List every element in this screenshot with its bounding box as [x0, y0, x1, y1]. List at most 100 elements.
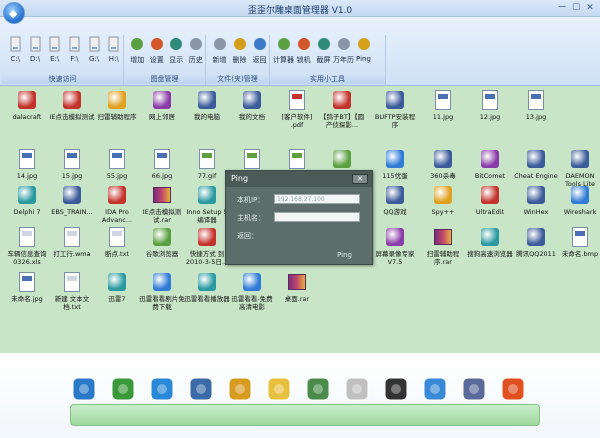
ribbon-button[interactable]: E:\ [45, 35, 64, 63]
desktop-icon[interactable]: 断点.txt [94, 226, 140, 258]
desktop-icon[interactable]: QQ游戏 [372, 184, 418, 216]
check-icon[interactable] [499, 375, 527, 403]
minimize-button[interactable]: ー [556, 2, 568, 14]
desktop-icon[interactable]: 腾讯QQ2011 [513, 226, 559, 258]
desktop-icon[interactable]: 网上邻居 [139, 89, 185, 121]
desktop-icon[interactable]: 谷歌浏览器 [139, 226, 185, 258]
close-button[interactable]: ✕ [584, 2, 596, 14]
monitor-icon[interactable] [187, 375, 215, 403]
desktop-icon[interactable]: 搜狗高速浏览器 [467, 226, 513, 258]
desktop-icon[interactable]: 迅雷7 [94, 271, 140, 303]
desktop-icon[interactable]: WinHex [513, 184, 559, 216]
mail-icon[interactable] [265, 375, 293, 403]
ribbon-button[interactable]: 返回 [250, 35, 269, 65]
ribbon-button[interactable]: 显示 [167, 35, 186, 65]
dvd-icon[interactable] [343, 375, 371, 403]
tool-icon [357, 35, 371, 53]
ribbon-button[interactable]: C:\ [6, 35, 25, 63]
ribbon-button[interactable]: 锁机 [294, 35, 313, 65]
desktop-icon[interactable]: Inno Setup 5编译器 [184, 184, 230, 224]
desktop-icon[interactable]: DAEMON Tools Lite [557, 148, 600, 188]
ribbon-button[interactable]: 删除 [230, 35, 249, 65]
desktop-icon[interactable]: UltraEdit [467, 184, 513, 216]
host-field[interactable] [274, 212, 360, 222]
file-icon [106, 226, 128, 248]
desktop-icon[interactable]: 14.jpg [4, 148, 50, 180]
ribbon-button[interactable]: 新增 [210, 35, 229, 65]
ribbon-button[interactable]: 增加 [128, 35, 147, 65]
desktop-icon[interactable]: 77.gif [184, 148, 230, 180]
desktop-icon[interactable]: 【鸽子BT】【圆产侦探影... [319, 89, 365, 129]
desktop-icon[interactable]: 快捷方式 到2010-3-5日... [184, 226, 230, 266]
desktop-icon[interactable]: IE点击模拟测试 [49, 89, 95, 121]
group-caption: 实用小工具 [270, 74, 385, 84]
desktop-icon[interactable]: 扫雷辅助程序.rar [420, 226, 466, 266]
ribbon-button[interactable]: 截屏 [314, 35, 333, 65]
ribbon-button[interactable]: D:\ [26, 35, 45, 63]
ribbon-button[interactable]: F:\ [65, 35, 84, 63]
file-icon [61, 89, 83, 111]
desktop-icon[interactable]: Wireshark [557, 184, 600, 216]
ping-title: Ping [226, 171, 372, 187]
drive-icon[interactable] [70, 375, 98, 403]
desktop-icon[interactable]: Delphi 7 [4, 184, 50, 216]
ribbon-button[interactable]: H:\ [104, 35, 123, 63]
desktop-icon[interactable]: 屏幕录像专家V7.5 [372, 226, 418, 266]
network-icon[interactable] [460, 375, 488, 403]
desktop-icon[interactable]: IE点击模拟测试.rar [139, 184, 185, 224]
windows-icon[interactable] [226, 375, 254, 403]
maximize-button[interactable]: ☐ [570, 2, 582, 14]
file-icon [569, 148, 591, 170]
desktop-icon[interactable]: 115优蛋 [372, 148, 418, 180]
desktop-icon[interactable]: Cheat Engine [513, 148, 559, 180]
document-icon[interactable] [304, 375, 332, 403]
desktop-icon[interactable]: dalacraft [4, 89, 50, 121]
desktop-icon[interactable]: BitComet [467, 148, 513, 180]
desktop-icon[interactable]: IDA Pro Advanc... [94, 184, 140, 224]
desktop-icon[interactable]: 迅雷看看剧片免费下载 [139, 271, 185, 311]
desktop-icon[interactable]: 我的文档 [229, 89, 275, 121]
desktop-icon[interactable]: 扫雷辅助程序 [94, 89, 140, 121]
recycle-bin-icon[interactable] [109, 375, 137, 403]
ip-field[interactable]: 192.168.27.100 [274, 194, 360, 204]
desktop-icon-label: BitComet [474, 172, 506, 180]
app-logo-icon[interactable]: ◆ [3, 2, 25, 24]
desktop-icon[interactable]: 迅雷看看-免费高清电影 [229, 271, 275, 311]
ping-button[interactable]: Ping [337, 251, 352, 259]
desktop-icon[interactable]: BUFTP安装程序 [372, 89, 418, 129]
desktop-icon[interactable]: 66.jpg [139, 148, 185, 180]
file-icon [432, 89, 454, 111]
group-caption: 快速访问 [2, 74, 123, 84]
ie-icon[interactable] [148, 375, 176, 403]
desktop-icon[interactable]: 15.jpg [49, 148, 95, 180]
desktop-icon[interactable]: 11.jpg [420, 89, 466, 121]
desktop-icon[interactable]: 13.jpg [513, 89, 559, 121]
desktop-icon[interactable]: 车辆信息查询 0326.xls [4, 226, 50, 266]
desktop-icon[interactable]: 新建 文本文档.txt [49, 271, 95, 311]
desktop-icon[interactable]: 我的电脑 [184, 89, 230, 121]
desktop-icon[interactable]: 迅雷看看播放器 [184, 271, 230, 303]
ribbon-button[interactable]: Ping [354, 35, 373, 65]
magnifier-icon[interactable] [421, 375, 449, 403]
desktop-icon[interactable]: 未命名.bmp [557, 226, 600, 258]
desktop-icon[interactable]: 桌面.rar [274, 271, 320, 303]
desktop-icon[interactable]: 打工行.wma [49, 226, 95, 258]
desktop-icon[interactable]: 未命名.jpg [4, 271, 50, 303]
desktop-icon[interactable]: 55.jpg [94, 148, 140, 180]
console-icon[interactable] [382, 375, 410, 403]
ribbon-button[interactable]: 计算器 [273, 35, 294, 65]
ribbon-button[interactable]: 历史 [187, 35, 206, 65]
desktop-icon[interactable]: 12.jpg [467, 89, 513, 121]
drive-icon [48, 35, 62, 53]
dock-shelf [70, 404, 540, 426]
ribbon-button[interactable]: 万年历 [333, 35, 354, 65]
desktop-icon[interactable]: 360杀毒 [420, 148, 466, 180]
desktop-icon[interactable]: [客户软件] .pdf [274, 89, 320, 129]
ribbon-button[interactable]: G:\ [85, 35, 104, 63]
desktop-icon[interactable]: Spy++ [420, 184, 466, 216]
desktop-icon[interactable]: EBS_TRAIN... [49, 184, 95, 216]
ping-close-button[interactable]: ✕ [352, 174, 368, 184]
desktop-icon-label: EBS_TRAIN... [51, 208, 93, 216]
ribbon-button[interactable]: 设置 [148, 35, 167, 65]
desktop-icon-label: 网上邻居 [149, 113, 175, 121]
